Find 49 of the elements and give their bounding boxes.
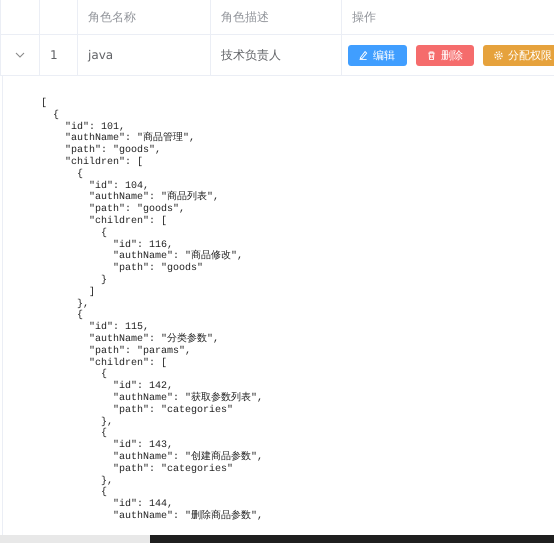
row-index: 1 (50, 48, 58, 62)
code-line: [ (41, 98, 48, 110)
column-header: 操作 (352, 8, 376, 26)
role-name: java (88, 48, 114, 62)
code-line: "authName": "商品管理", (64, 133, 196, 144)
code-line: "path": "params", (88, 346, 192, 358)
code-line: "id": 143, (112, 440, 174, 452)
code-line: }, (76, 298, 90, 310)
pencil-icon (358, 50, 369, 60)
role-description: 技术负责人 (221, 46, 281, 64)
code-line: "authName": "创建商品参数", (112, 452, 264, 464)
code-line: "id": 144, (112, 499, 174, 510)
code-line: "authName": "获取参数列表", (112, 392, 264, 404)
code-line: { (52, 110, 60, 122)
code-line: "path": "goods", (64, 145, 162, 156)
code-line: "authName": "商品列表", (88, 192, 220, 204)
assign-permissions-button[interactable]: 分配权限 (483, 44, 554, 66)
code-line: }, (100, 416, 114, 428)
code-line: "children": [ (64, 156, 144, 168)
column-header: 角色描述 (221, 8, 269, 26)
gear-icon (493, 50, 504, 60)
code-line: { (100, 428, 108, 440)
code-line: { (100, 228, 108, 240)
code-line: "path": "categories" (112, 464, 234, 476)
column-header: 角色名称 (88, 8, 136, 26)
code-line: "id": 115, (88, 322, 150, 334)
code-line: "id": 101, (64, 122, 126, 133)
code-line: { (100, 487, 108, 500)
code-line: "path": "categories" (112, 404, 234, 417)
code-line: } (100, 274, 108, 287)
code-line: { (100, 369, 108, 382)
code-line: "path": "goods" (112, 263, 204, 275)
trash-icon (426, 50, 437, 60)
code-line: "children": [ (88, 358, 168, 369)
code-line: { (76, 310, 84, 322)
delete-button[interactable]: 删除 (416, 44, 474, 66)
code-line: "children": [ (88, 216, 168, 228)
code-line: "authName": "删除商品参数", (112, 510, 264, 523)
code-line: "id": 104, (88, 180, 150, 192)
code-line: "authName": "分类参数", (88, 334, 220, 346)
edit-button[interactable]: 编辑 (348, 44, 407, 66)
chevron-icon[interactable] (15, 52, 25, 58)
code-line: ] (88, 286, 96, 299)
code-line: "path": "goods", (88, 204, 186, 216)
code-line: "id": 142, (112, 381, 174, 392)
code-line: "authName": "商品修改", (112, 251, 244, 262)
code-line: "id": 116, (112, 240, 174, 251)
code-line: { (76, 168, 84, 181)
code-line: }, (100, 476, 114, 486)
